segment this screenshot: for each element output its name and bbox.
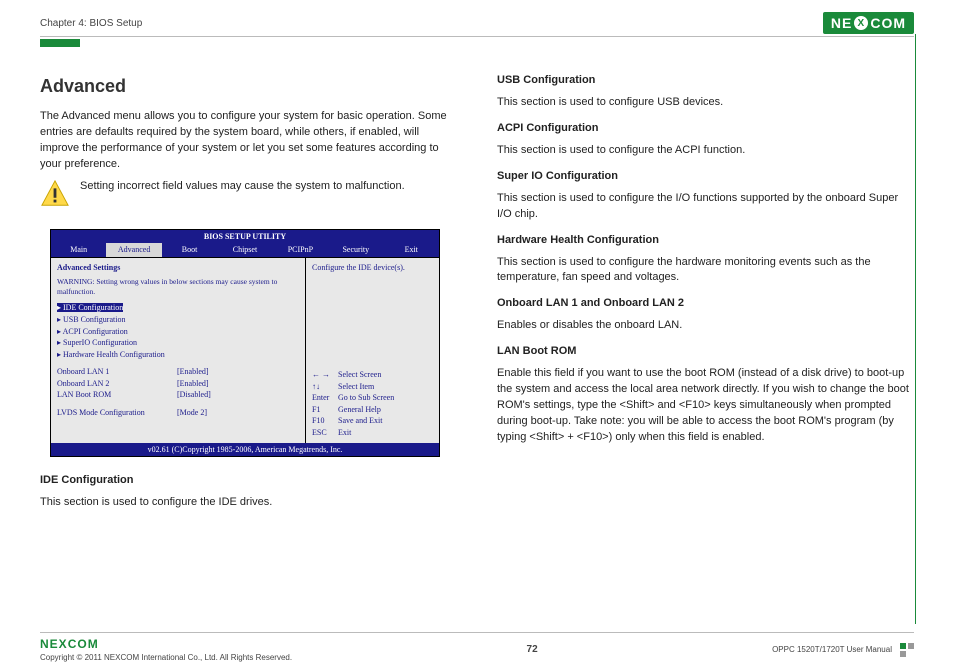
rom-head: LAN Boot ROM bbox=[497, 344, 914, 360]
page-number: 72 bbox=[527, 644, 538, 655]
hw-head: Hardware Health Configuration bbox=[497, 233, 914, 249]
logo-left: NE bbox=[831, 15, 852, 31]
intro-text: The Advanced menu allows you to configur… bbox=[40, 109, 457, 173]
bios-help-keys: ← →Select Screen ↑↓Select Item EnterGo t… bbox=[312, 369, 433, 439]
bios-footer: v02.61 (C)Copyright 1985-2006, American … bbox=[51, 443, 439, 457]
bios-tab-advanced: Advanced bbox=[106, 243, 161, 257]
bios-tab-main: Main bbox=[51, 243, 106, 257]
lan-text: Enables or disables the onboard LAN. bbox=[497, 318, 914, 334]
sio-head: Super IO Configuration bbox=[497, 169, 914, 185]
sio-text: This section is used to configure the I/… bbox=[497, 191, 914, 223]
bios-right-pane: Configure the IDE device(s). ← →Select S… bbox=[306, 258, 439, 443]
ide-head: IDE Configuration bbox=[40, 473, 457, 489]
bios-setting-lvds: LVDS Mode Configuration[Mode 2] bbox=[57, 407, 299, 419]
footer-logo: NEXCOM bbox=[40, 637, 292, 651]
green-tab-decor bbox=[40, 39, 80, 47]
acpi-text: This section is used to configure the AC… bbox=[497, 143, 914, 159]
bios-warning: WARNING: Setting wrong values in below s… bbox=[57, 277, 299, 299]
copyright: Copyright © 2011 NEXCOM International Co… bbox=[40, 653, 292, 662]
nexcom-logo: NE X COM bbox=[823, 12, 914, 34]
warning-row: Setting incorrect field values may cause… bbox=[40, 179, 457, 215]
bios-tab-security: Security bbox=[328, 243, 383, 257]
chapter-label: Chapter 4: BIOS Setup bbox=[40, 18, 142, 29]
lan-head: Onboard LAN 1 and Onboard LAN 2 bbox=[497, 296, 914, 312]
right-column: USB Configuration This section is used t… bbox=[497, 73, 914, 517]
bios-setting-lan2: Onboard LAN 2[Enabled] bbox=[57, 378, 299, 390]
warning-text: Setting incorrect field values may cause… bbox=[80, 179, 405, 195]
right-green-rule bbox=[915, 34, 916, 624]
ide-text: This section is used to configure the ID… bbox=[40, 495, 457, 511]
left-column: Advanced The Advanced menu allows you to… bbox=[40, 73, 457, 517]
bios-tab-exit: Exit bbox=[384, 243, 439, 257]
footer-squares-icon bbox=[900, 643, 914, 657]
bios-tab-chipset: Chipset bbox=[217, 243, 272, 257]
logo-x: X bbox=[854, 16, 868, 30]
bios-tab-boot: Boot bbox=[162, 243, 217, 257]
logo-right: COM bbox=[870, 15, 906, 31]
bios-menu-acpi: ACPI Configuration bbox=[57, 326, 299, 338]
bios-tabs: Main Advanced Boot Chipset PCIPnP Securi… bbox=[51, 243, 439, 257]
bios-setting-lan1: Onboard LAN 1[Enabled] bbox=[57, 366, 299, 378]
bios-menu-sio: SuperIO Configuration bbox=[57, 337, 299, 349]
acpi-head: ACPI Configuration bbox=[497, 121, 914, 137]
rom-text: Enable this field if you want to use the… bbox=[497, 366, 914, 446]
bios-screenshot: BIOS SETUP UTILITY Main Advanced Boot Ch… bbox=[50, 229, 440, 457]
warning-icon bbox=[40, 179, 70, 215]
hw-text: This section is used to configure the ha… bbox=[497, 255, 914, 287]
bios-heading: Advanced Settings bbox=[57, 262, 299, 274]
bios-left-pane: Advanced Settings WARNING: Setting wrong… bbox=[51, 258, 306, 443]
bios-setting-lanrom: LAN Boot ROM[Disabled] bbox=[57, 389, 299, 401]
bios-title: BIOS SETUP UTILITY bbox=[51, 230, 439, 244]
usb-text: This section is used to configure USB de… bbox=[497, 95, 914, 111]
header-bar: Chapter 4: BIOS Setup NE X COM bbox=[40, 12, 914, 37]
bios-help-top: Configure the IDE device(s). bbox=[312, 262, 433, 274]
page-footer: NEXCOM Copyright © 2011 NEXCOM Internati… bbox=[40, 632, 914, 662]
usb-head: USB Configuration bbox=[497, 73, 914, 89]
bios-tab-pcipnp: PCIPnP bbox=[273, 243, 328, 257]
bios-menu-usb: USB Configuration bbox=[57, 314, 299, 326]
manual-name: OPPC 1520T/1720T User Manual bbox=[772, 645, 892, 654]
bios-menu-ide: IDE Configuration bbox=[57, 303, 123, 312]
bios-menu-hw: Hardware Health Configuration bbox=[57, 349, 299, 361]
page-title: Advanced bbox=[40, 73, 457, 99]
